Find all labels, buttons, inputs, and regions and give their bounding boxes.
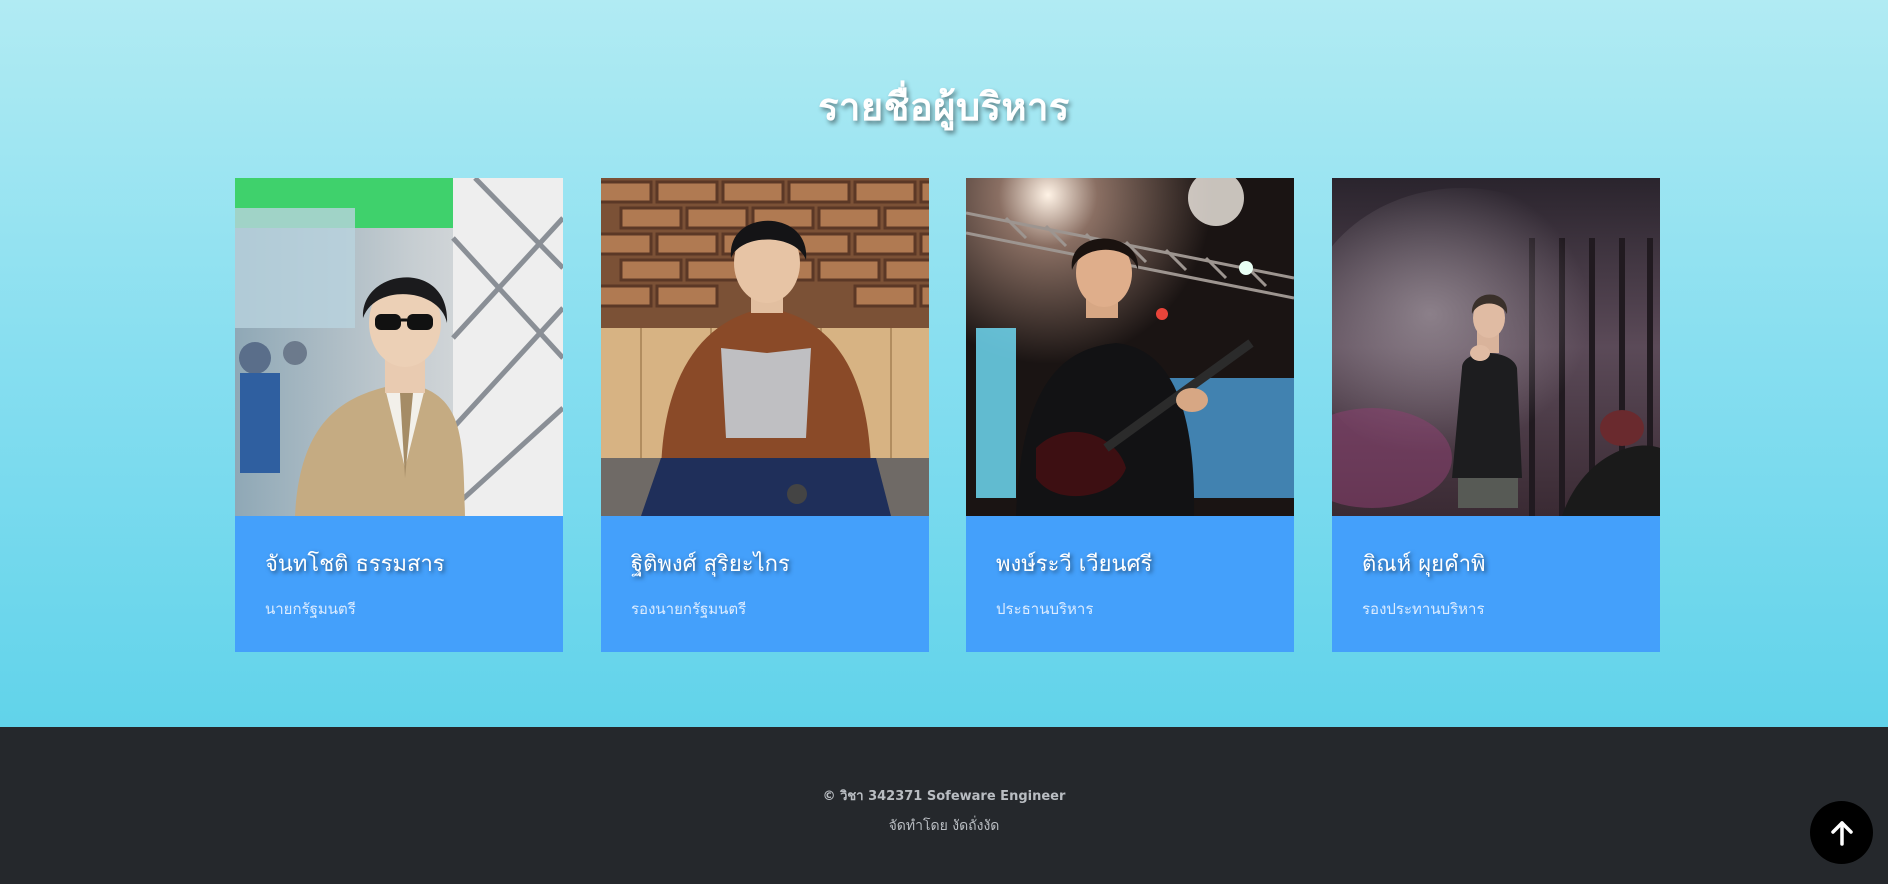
back-to-top-button[interactable] [1810,801,1873,864]
member-role: นายกรัฐมนตรี [265,600,356,618]
member-info: พงษ์ระวี เวียนศรี ประธานบริหาร [966,516,1294,652]
member-card: พงษ์ระวี เวียนศรี ประธานบริหาร [966,178,1294,652]
member-role: ประธานบริหาร [996,600,1094,618]
member-role: รองประทานบริหาร [1362,600,1485,618]
member-role: รองนายกรัฐมนตรี [631,600,747,618]
member-photo [1332,178,1660,516]
footer-credit: จัดทำโดย งัดถั่งงัด [888,818,1000,834]
footer: © วิชา 342371 Sofeware Engineer จัดทำโดย… [0,727,1888,884]
member-name: ติณห์ ผุยคำพิ [1362,552,1486,577]
member-info: จันทโชติ ธรรมสาร นายกรัฐมนตรี [235,516,563,652]
member-info: ฐิติพงศ์ สุริยะไกร รองนายกรัฐมนตรี [601,516,929,652]
footer-copyright: © วิชา 342371 Sofeware Engineer [822,789,1066,804]
member-card: ฐิติพงศ์ สุริยะไกร รองนายกรัฐมนตรี [601,178,929,652]
member-name: ฐิติพงศ์ สุริยะไกร [631,552,790,577]
member-photo [966,178,1294,516]
member-photo [235,178,563,516]
member-card: ติณห์ ผุยคำพิ รองประทานบริหาร [1332,178,1660,652]
member-info: ติณห์ ผุยคำพิ รองประทานบริหาร [1332,516,1660,652]
member-name: จันทโชติ ธรรมสาร [265,552,445,577]
member-name: พงษ์ระวี เวียนศรี [996,552,1153,577]
team-section: รายชื่อผู้บริหาร จันทโชติ ธรรมสาร นายกรั… [0,0,1888,727]
section-title: รายชื่อผู้บริหาร [818,85,1070,129]
member-card: จันทโชติ ธรรมสาร นายกรัฐมนตรี [235,178,563,652]
arrow-up-icon [1830,820,1853,846]
member-photo [601,178,929,516]
